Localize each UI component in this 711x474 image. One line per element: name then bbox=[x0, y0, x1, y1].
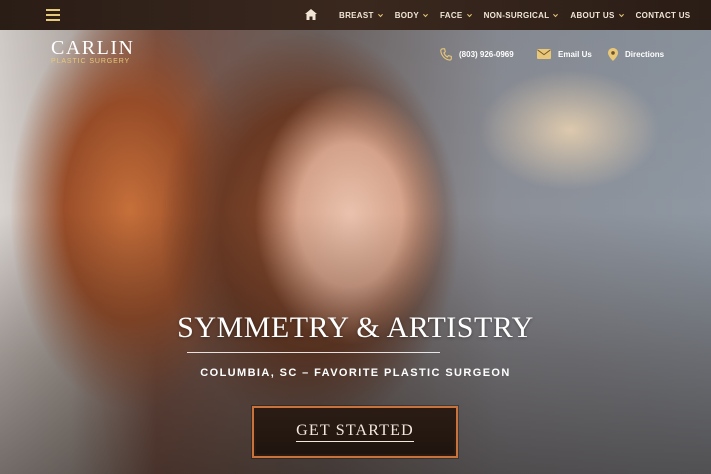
logo-tagline: PLASTIC SURGERY bbox=[51, 58, 131, 65]
site-logo[interactable]: CARLIN PLASTIC SURGERY bbox=[51, 37, 135, 65]
top-nav-bar: BREAST BODY FACE NON-SURGICAL ABOUT US C… bbox=[0, 0, 711, 30]
nav-item-label: CONTACT US bbox=[635, 10, 691, 20]
email-link[interactable]: Email Us bbox=[537, 46, 592, 62]
nav-item-non-surgical[interactable]: NON-SURGICAL bbox=[478, 11, 565, 20]
nav-item-contact-us[interactable]: CONTACT US bbox=[630, 11, 697, 20]
nav-item-about-us[interactable]: ABOUT US bbox=[564, 11, 629, 20]
hero-headline: SYMMETRY & ARTISTRY bbox=[177, 311, 534, 344]
headline-divider bbox=[187, 352, 440, 353]
get-started-button[interactable]: GET STARTED bbox=[252, 406, 458, 458]
phone-link[interactable]: (803) 926-0969 bbox=[440, 46, 514, 62]
nav-item-label: BREAST bbox=[339, 10, 374, 20]
nav-item-breast[interactable]: BREAST bbox=[339, 11, 389, 20]
directions-label: Directions bbox=[625, 49, 665, 59]
phone-icon bbox=[440, 47, 452, 61]
email-label: Email Us bbox=[558, 49, 592, 59]
nav-item-label: FACE bbox=[440, 10, 463, 20]
chevron-down-icon bbox=[618, 13, 624, 17]
nav-item-face[interactable]: FACE bbox=[434, 11, 478, 20]
nav-item-label: NON-SURGICAL bbox=[483, 10, 550, 20]
hero-overlay bbox=[0, 0, 711, 474]
chevron-down-icon bbox=[553, 13, 559, 17]
phone-number: (803) 926-0969 bbox=[459, 49, 514, 59]
nav-item-body[interactable]: BODY bbox=[389, 11, 434, 20]
directions-link[interactable]: Directions bbox=[608, 46, 664, 62]
main-nav: BREAST BODY FACE NON-SURGICAL ABOUT US C… bbox=[339, 0, 696, 30]
nav-item-label: BODY bbox=[394, 10, 420, 20]
hero-subheadline: COLUMBIA, SC – FAVORITE PLASTIC SURGEON bbox=[200, 367, 511, 379]
envelope-icon bbox=[537, 49, 551, 59]
chevron-down-icon bbox=[466, 13, 472, 17]
chevron-down-icon bbox=[423, 13, 428, 17]
hamburger-menu-icon[interactable] bbox=[46, 9, 60, 21]
chevron-down-icon bbox=[377, 13, 383, 17]
nav-item-label: ABOUT US bbox=[570, 10, 615, 20]
logo-wordmark: CARLIN bbox=[51, 37, 135, 59]
get-started-label: GET STARTED bbox=[296, 422, 414, 442]
home-icon[interactable] bbox=[305, 9, 317, 20]
map-pin-icon bbox=[608, 47, 618, 61]
